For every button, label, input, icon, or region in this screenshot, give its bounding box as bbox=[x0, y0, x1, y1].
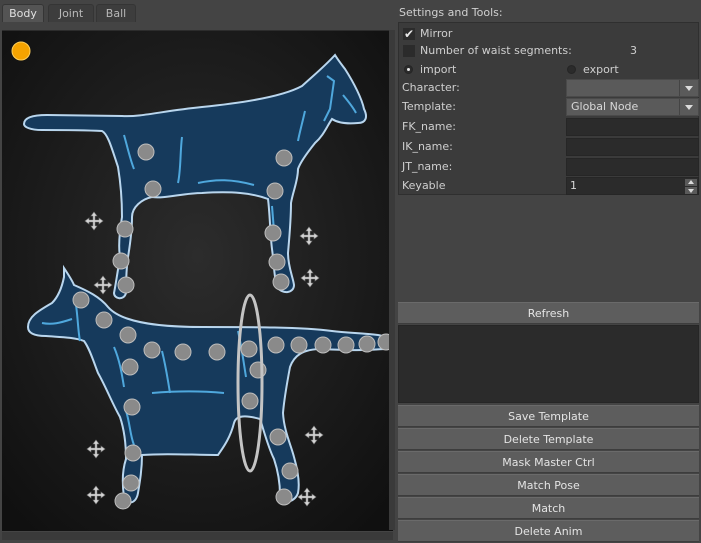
jt-name-field[interactable] bbox=[566, 158, 699, 176]
tab-ball[interactable]: Ball bbox=[96, 4, 136, 22]
settings-title: Settings and Tools: bbox=[399, 6, 503, 19]
settings-box: ✔ Mirror Number of waist segments: 3 imp… bbox=[398, 22, 699, 195]
spin-down-icon[interactable] bbox=[685, 187, 697, 194]
chevron-down-icon[interactable] bbox=[679, 99, 698, 115]
lower-control-dot-icon[interactable] bbox=[358, 335, 376, 353]
canvas-vertical-scrollbar[interactable] bbox=[389, 30, 395, 530]
jt-name-label: JT_name: bbox=[402, 160, 453, 173]
mask-master-ctrl-button[interactable]: Mask Master Ctrl bbox=[398, 451, 699, 473]
lower-control-dot-icon[interactable] bbox=[123, 398, 141, 416]
upper-control-dot-icon[interactable] bbox=[272, 273, 290, 291]
match-pose-button[interactable]: Match Pose bbox=[398, 474, 699, 496]
fk-name-row: FK_name: bbox=[399, 118, 700, 136]
lower-control-dot-icon[interactable] bbox=[269, 428, 287, 446]
lower-control-dot-icon[interactable] bbox=[174, 343, 192, 361]
settings-panel: Settings and Tools: ✔ Mirror Number of w… bbox=[396, 0, 701, 542]
ik-name-label: IK_name: bbox=[402, 140, 453, 153]
global-control-dot-icon[interactable] bbox=[11, 41, 31, 61]
import-radio[interactable] bbox=[404, 65, 413, 74]
keyable-spinbox[interactable]: 1 bbox=[566, 177, 699, 195]
spin-up-icon[interactable] bbox=[685, 179, 697, 186]
template-dropdown[interactable]: Global Node bbox=[566, 98, 699, 116]
picker-canvas[interactable] bbox=[2, 30, 393, 531]
refresh-button[interactable]: Refresh bbox=[398, 302, 699, 324]
fk-name-label: FK_name: bbox=[402, 120, 456, 133]
jt-name-row: JT_name: bbox=[399, 158, 700, 176]
export-label: export bbox=[583, 63, 619, 76]
tab-joint[interactable]: Joint bbox=[48, 4, 94, 22]
waist-value[interactable]: 3 bbox=[630, 44, 637, 57]
lower-control-dot-icon[interactable] bbox=[241, 392, 259, 410]
upper-control-dot-icon[interactable] bbox=[116, 220, 134, 238]
lower-control-dot-icon[interactable] bbox=[95, 311, 113, 329]
upper-control-dot-icon[interactable] bbox=[275, 149, 293, 167]
template-label: Template: bbox=[402, 100, 456, 113]
chevron-down-icon[interactable] bbox=[679, 80, 698, 96]
ik-name-row: IK_name: bbox=[399, 138, 700, 156]
picker-tabs: Body Joint Ball bbox=[0, 4, 395, 23]
upper-control-dot-icon[interactable] bbox=[137, 143, 155, 161]
lower-control-dot-icon[interactable] bbox=[208, 343, 226, 361]
lower-control-dot-icon[interactable] bbox=[281, 462, 299, 480]
lower-control-dot-icon[interactable] bbox=[72, 291, 90, 309]
keyable-value[interactable]: 1 bbox=[570, 179, 577, 192]
mirror-checkbox[interactable]: ✔ bbox=[403, 28, 415, 40]
lower-control-dot-icon[interactable] bbox=[119, 326, 137, 344]
lower-control-dot-icon[interactable] bbox=[267, 336, 285, 354]
lower-control-dot-icon[interactable] bbox=[314, 336, 332, 354]
template-row: Template: Global Node bbox=[399, 98, 700, 116]
lower-control-dot-icon[interactable] bbox=[337, 336, 355, 354]
lower-control-dot-icon[interactable] bbox=[240, 340, 258, 358]
upper-control-dot-icon[interactable] bbox=[266, 182, 284, 200]
mirror-label: Mirror bbox=[420, 27, 453, 40]
import-label: import bbox=[420, 63, 457, 76]
ik-name-field[interactable] bbox=[566, 138, 699, 156]
canvas-horizontal-scrollbar[interactable] bbox=[2, 532, 393, 540]
lower-control-dot-icon[interactable] bbox=[114, 492, 132, 510]
keyable-row: Keyable 1 bbox=[399, 177, 700, 195]
upper-control-dot-icon[interactable] bbox=[117, 276, 135, 294]
lower-control-dot-icon[interactable] bbox=[143, 341, 161, 359]
lower-control-dot-icon[interactable] bbox=[124, 444, 142, 462]
waist-label: Number of waist segments: bbox=[420, 44, 572, 57]
delete-anim-button[interactable]: Delete Anim bbox=[398, 520, 699, 542]
lower-control-dot-icon[interactable] bbox=[290, 336, 308, 354]
upper-control-dot-icon[interactable] bbox=[144, 180, 162, 198]
fk-name-field[interactable] bbox=[566, 118, 699, 136]
body-picker-panel: Body Joint Ball bbox=[0, 0, 395, 542]
upper-control-dot-icon[interactable] bbox=[112, 252, 130, 270]
template-value: Global Node bbox=[571, 100, 639, 113]
lower-control-dot-icon[interactable] bbox=[275, 488, 293, 506]
picker-canvas-svg[interactable] bbox=[2, 31, 393, 531]
lower-control-dot-icon[interactable] bbox=[122, 474, 140, 492]
character-label: Character: bbox=[402, 81, 460, 94]
character-row: Character: bbox=[399, 79, 700, 97]
delete-template-button[interactable]: Delete Template bbox=[398, 428, 699, 450]
upper-control-dot-icon[interactable] bbox=[268, 253, 286, 271]
mode-row: import export bbox=[399, 61, 700, 79]
match-button[interactable]: Match bbox=[398, 497, 699, 519]
upper-control-dot-icon[interactable] bbox=[264, 224, 282, 242]
character-dropdown[interactable] bbox=[566, 79, 699, 97]
waist-row: Number of waist segments: 3 bbox=[399, 42, 700, 60]
mirror-row: ✔ Mirror bbox=[399, 25, 700, 43]
lower-control-dot-icon[interactable] bbox=[121, 358, 139, 376]
lower-control-dot-icon[interactable] bbox=[249, 361, 267, 379]
tab-body[interactable]: Body bbox=[2, 4, 44, 22]
waist-checkbox[interactable] bbox=[403, 45, 415, 57]
keyable-label: Keyable bbox=[402, 179, 446, 192]
output-text-area[interactable] bbox=[398, 325, 699, 403]
export-radio[interactable] bbox=[567, 65, 576, 74]
save-template-button[interactable]: Save Template bbox=[398, 405, 699, 427]
